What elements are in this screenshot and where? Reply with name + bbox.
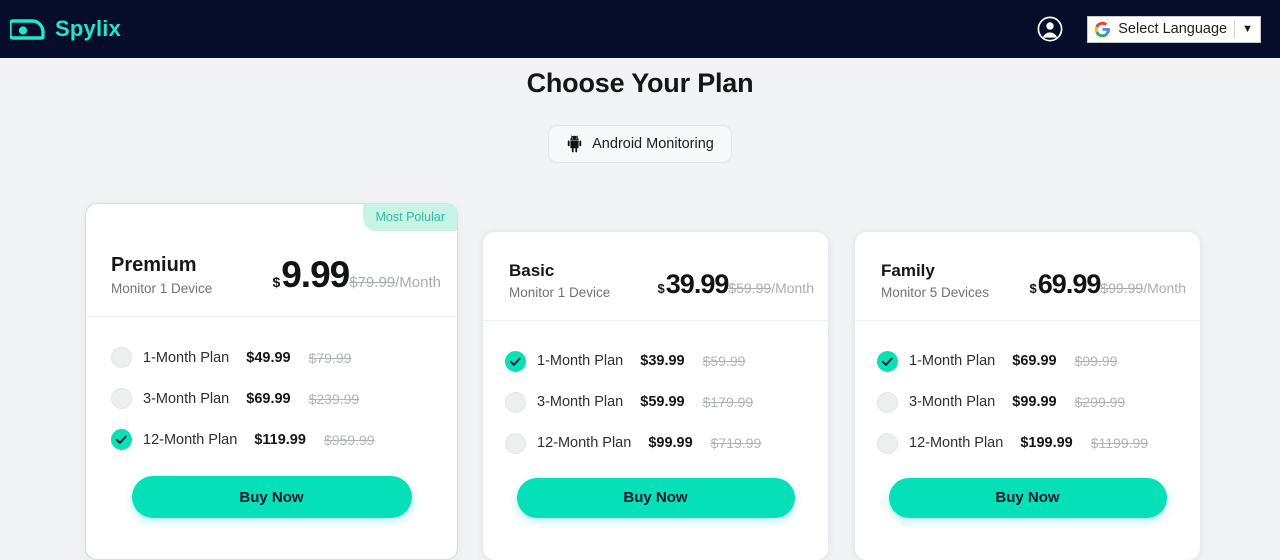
option-price: $69.99: [246, 390, 291, 407]
radio-icon[interactable]: [877, 350, 898, 372]
price-original: $59.99: [728, 279, 772, 296]
option-3-month[interactable]: 3-Month Plan $59.99 $179.99: [505, 382, 828, 423]
plan-title-group: Premium Monitor 1 Device: [111, 254, 212, 296]
buy-button-wrap: Buy Now: [855, 477, 1200, 518]
plan-title-group: Basic Monitor 1 Device: [509, 261, 610, 300]
buy-now-button[interactable]: Buy Now: [516, 477, 795, 518]
plan-options-basic: 1-Month Plan $39.99 $59.99 3-Month Plan …: [483, 321, 828, 464]
option-1-month[interactable]: 1-Month Plan $69.99 $99.99: [877, 341, 1200, 382]
option-label: 12-Month Plan: [143, 431, 238, 448]
option-label: 12-Month Plan: [537, 435, 632, 452]
price-currency: $: [272, 274, 281, 290]
option-12-month[interactable]: 12-Month Plan $99.99 $719.99: [505, 423, 828, 464]
plan-name: Basic: [509, 261, 555, 280]
price-amount: 39.99: [665, 268, 730, 299]
option-original-price: $299.99: [1074, 394, 1126, 411]
price-amount: 9.99: [281, 254, 350, 295]
radio-icon[interactable]: [877, 432, 898, 454]
plan-options-family: 1-Month Plan $69.99 $99.99 3-Month Plan …: [855, 321, 1200, 464]
option-1-month[interactable]: 1-Month Plan $39.99 $59.99: [505, 341, 828, 382]
option-label: 3-Month Plan: [537, 394, 624, 411]
radio-icon[interactable]: [505, 391, 526, 413]
plan-devices: Monitor 5 Devices: [881, 284, 990, 300]
option-price: $59.99: [640, 394, 685, 411]
plan-card-basic[interactable]: Basic Monitor 1 Device $ 39.99 $59.99 /M…: [483, 232, 828, 560]
option-label: 1-Month Plan: [909, 353, 996, 370]
radio-icon[interactable]: [111, 347, 132, 368]
option-original-price: $719.99: [710, 435, 762, 452]
plan-devices: Monitor 1 Device: [509, 284, 611, 300]
radio-icon[interactable]: [877, 391, 898, 413]
price-period: /Month: [395, 274, 441, 291]
option-original-price: $179.99: [702, 394, 754, 411]
option-label: 1-Month Plan: [537, 353, 624, 370]
option-original-price: $239.99: [308, 390, 360, 407]
most-popular-badge: Most Polular: [362, 204, 457, 231]
option-original-price: $99.99: [1074, 353, 1118, 370]
option-original-price: $1199.99: [1090, 435, 1149, 452]
option-3-month[interactable]: 3-Month Plan $99.99 $299.99: [877, 382, 1200, 423]
option-label: 3-Month Plan: [909, 394, 996, 411]
plan-price-block: $ 9.99 $79.99 /Month: [272, 254, 441, 296]
option-price: $99.99: [1012, 394, 1057, 411]
price-period: /Month: [1143, 279, 1186, 296]
plan-name: Premium: [111, 254, 197, 276]
option-12-month[interactable]: 12-Month Plan $199.99 $1199.99: [877, 423, 1200, 464]
option-12-month[interactable]: 12-Month Plan $119.99 $959.99: [111, 419, 457, 460]
buy-now-button[interactable]: Buy Now: [888, 477, 1167, 518]
option-label: 3-Month Plan: [143, 390, 230, 407]
plan-price-block: $ 69.99 $99.99 /Month: [1030, 269, 1186, 300]
pricing-cards: Most Polular Premium Monitor 1 Device $ …: [0, 0, 1280, 560]
option-1-month[interactable]: 1-Month Plan $49.99 $79.99: [111, 337, 457, 378]
option-price: $199.99: [1020, 435, 1073, 452]
radio-icon[interactable]: [505, 432, 526, 454]
price-currency: $: [657, 280, 665, 296]
price-amount: 69.99: [1037, 268, 1102, 299]
plan-price-block: $ 39.99 $59.99 /Month: [658, 269, 814, 300]
buy-button-wrap: Buy Now: [86, 476, 457, 518]
price-currency: $: [1029, 280, 1037, 296]
plan-title-group: Family Monitor 5 Devices: [881, 261, 989, 300]
price-original: $99.99: [1100, 279, 1144, 296]
option-original-price: $79.99: [308, 349, 352, 366]
radio-icon[interactable]: [111, 429, 132, 450]
price-original: $79.99: [349, 274, 396, 291]
plan-header-family: Family Monitor 5 Devices $ 69.99 $99.99 …: [855, 232, 1200, 321]
plan-card-premium[interactable]: Most Polular Premium Monitor 1 Device $ …: [85, 203, 458, 560]
option-original-price: $959.99: [323, 431, 375, 448]
plan-name: Family: [881, 261, 935, 280]
plan-header-basic: Basic Monitor 1 Device $ 39.99 $59.99 /M…: [483, 232, 828, 321]
option-3-month[interactable]: 3-Month Plan $69.99 $239.99: [111, 378, 457, 419]
option-label: 1-Month Plan: [143, 349, 230, 366]
option-price: $119.99: [254, 431, 306, 448]
plan-card-family[interactable]: Family Monitor 5 Devices $ 69.99 $99.99 …: [855, 232, 1200, 560]
option-price: $49.99: [246, 349, 291, 366]
plan-options-premium: 1-Month Plan $49.99 $79.99 3-Month Plan …: [86, 317, 457, 460]
option-price: $69.99: [1012, 353, 1057, 370]
buy-button-wrap: Buy Now: [483, 477, 828, 518]
price-period: /Month: [771, 279, 814, 296]
buy-now-button[interactable]: Buy Now: [131, 476, 412, 518]
option-price: $39.99: [640, 353, 685, 370]
option-label: 12-Month Plan: [909, 435, 1004, 452]
radio-icon[interactable]: [505, 350, 526, 372]
option-original-price: $59.99: [702, 353, 746, 370]
radio-icon[interactable]: [111, 388, 132, 409]
plan-devices: Monitor 1 Device: [111, 281, 213, 296]
option-price: $99.99: [648, 435, 693, 452]
